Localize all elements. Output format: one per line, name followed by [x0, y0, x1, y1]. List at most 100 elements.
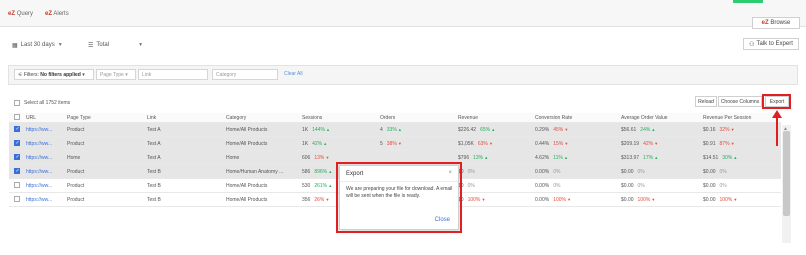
trend-up-icon: ▲ [327, 182, 333, 188]
cell-link: Test B [147, 196, 161, 203]
scrollbar-thumb[interactable] [783, 131, 790, 216]
trend-down-icon: ▼ [480, 196, 486, 202]
cell-aov: $56.61 24% ▲ [621, 127, 655, 133]
cell-category: Home/All Products [226, 126, 268, 133]
link-placeholder: Link [142, 71, 152, 78]
table-header: URL Page Type Link Category Sessions Ord… [9, 113, 781, 123]
revenue-value: $796 [458, 154, 470, 161]
aov-value: $313.97 [621, 154, 640, 161]
filters-value: No filters applied [40, 71, 81, 78]
table-row[interactable]: https://ww... Product Test A Home/All Produ… [9, 137, 781, 151]
sessions-change: 144% [312, 126, 325, 133]
conv-value: 0.00% [535, 168, 550, 175]
cell-link: Test A [147, 126, 161, 133]
url-link[interactable]: https://ww... [26, 183, 52, 189]
scroll-up-icon[interactable]: ▲ [783, 126, 788, 132]
trend-down-icon: ▼ [396, 140, 402, 146]
page-type-select[interactable]: Page Type ▾ [96, 69, 136, 80]
browse-button[interactable]: eZ Browse [752, 17, 800, 29]
filter-icon: ⚟ [18, 71, 23, 78]
row-checkbox[interactable] [14, 153, 20, 162]
row-checkbox[interactable] [14, 181, 20, 190]
conv-change: 11% [553, 154, 563, 161]
clear-all-link[interactable]: Clear All [284, 71, 303, 77]
sessions-change: 26% [314, 196, 325, 203]
revenue-value: $1,05K [458, 140, 474, 147]
url-link[interactable]: https://ww... [26, 197, 52, 203]
annotation-highlight-box [336, 162, 462, 233]
url-link[interactable]: https://ww... [26, 127, 52, 133]
cell-page-type: Product [67, 182, 85, 189]
trend-down-icon: ▼ [563, 126, 569, 132]
date-range-dropdown[interactable]: ▦ Last 30 days ▼ [12, 40, 63, 50]
cell-aov: $0.00 0% [621, 169, 645, 175]
category-input[interactable]: Category [212, 69, 278, 80]
column-header[interactable]: Link [147, 115, 156, 121]
cell-page-type: Home [67, 154, 81, 161]
url-link[interactable]: https://ww... [26, 155, 52, 161]
rps-change: 0% [719, 168, 727, 175]
nav-alerts-link[interactable]: eZ Alerts [45, 11, 69, 17]
trend-down-icon: ▼ [324, 154, 330, 160]
annotation-arrow-shaft [776, 116, 778, 146]
rps-change: 32% [719, 126, 730, 133]
rps-change: 100% [719, 196, 733, 203]
calendar-icon: ▦ [12, 42, 18, 49]
row-checkbox[interactable] [14, 195, 20, 204]
filters-dropdown[interactable]: ⚟ Filters: No filters applied ▾ [14, 69, 94, 80]
conv-value: 0.44% [535, 140, 550, 147]
cell-link: Test B [147, 168, 161, 175]
url-link[interactable]: https://ww... [26, 169, 52, 175]
cell-conv: 0.00% 0% [535, 183, 560, 189]
top-navigation: eZ Query eZ Alerts [0, 0, 806, 27]
aov-change: 0% [637, 168, 645, 175]
cell-orders: 4 33% ▲ [380, 127, 402, 133]
choose-columns-button[interactable]: Choose Columns [718, 96, 762, 107]
conv-value: 0.00% [535, 182, 550, 189]
row-checkbox[interactable] [14, 125, 20, 134]
row-checkbox[interactable] [14, 139, 20, 148]
link-input[interactable]: Link [138, 69, 208, 80]
column-header[interactable]: Conversion Rate [535, 115, 572, 121]
column-header[interactable]: Revenue [458, 115, 478, 121]
conv-change: 15% [553, 140, 564, 147]
talk-to-expert-button[interactable]: ⚇ Talk to Expert [743, 38, 799, 50]
select-all-checkbox[interactable] [14, 100, 20, 106]
column-header[interactable]: Revenue Per Session [703, 115, 751, 121]
column-header[interactable]: Orders [380, 115, 395, 121]
revenue-change: 13% [473, 154, 484, 161]
page-type-placeholder: Page Type [100, 71, 124, 78]
aov-value: $0.00 [621, 168, 634, 175]
cell-revenue: $226.42 65% ▲ [458, 127, 495, 133]
trend-down-icon: ▼ [563, 140, 569, 146]
table-row[interactable]: https://ww... Product Test A Home/All Produ… [9, 123, 781, 137]
sessions-value: 530 [302, 182, 311, 189]
cell-orders [380, 155, 384, 161]
sessions-change: 896% [314, 168, 328, 175]
nav-query-link[interactable]: eZ Query [8, 11, 33, 17]
view-dropdown[interactable]: ☰ Total ▼ [88, 40, 143, 50]
user-icon: ⚇ [749, 41, 755, 48]
trend-up-icon: ▲ [324, 126, 330, 132]
sessions-value: 606 [302, 154, 311, 161]
row-checkbox[interactable] [14, 167, 20, 176]
column-header[interactable]: Average Order Value [621, 115, 668, 121]
column-header[interactable]: Sessions [302, 115, 322, 121]
cell-aov: $313.97 17% ▲ [621, 155, 658, 161]
header-checkbox-cell[interactable] [14, 113, 20, 122]
column-header[interactable]: Category [226, 115, 246, 121]
column-header[interactable]: URL [26, 115, 36, 121]
trend-down-icon: ▼ [732, 196, 738, 202]
url-link[interactable]: https://ww... [26, 141, 52, 147]
conv-change: 45% [553, 126, 564, 133]
column-header[interactable]: Page Type [67, 115, 91, 121]
trend-up-icon: ▲ [322, 140, 328, 146]
orders-change: 38% [386, 140, 397, 147]
trend-up-icon: ▲ [653, 154, 659, 160]
select-all-row[interactable]: Select all 1752 items [14, 100, 70, 106]
cell-page-type: Product [67, 168, 85, 175]
cell-conv: 0.29% 45% ▼ [535, 127, 568, 133]
cell-conv: 4.62% 11% ▲ [535, 155, 568, 161]
reload-button[interactable]: Reload [695, 96, 717, 107]
conv-value: 4.62% [535, 154, 550, 161]
